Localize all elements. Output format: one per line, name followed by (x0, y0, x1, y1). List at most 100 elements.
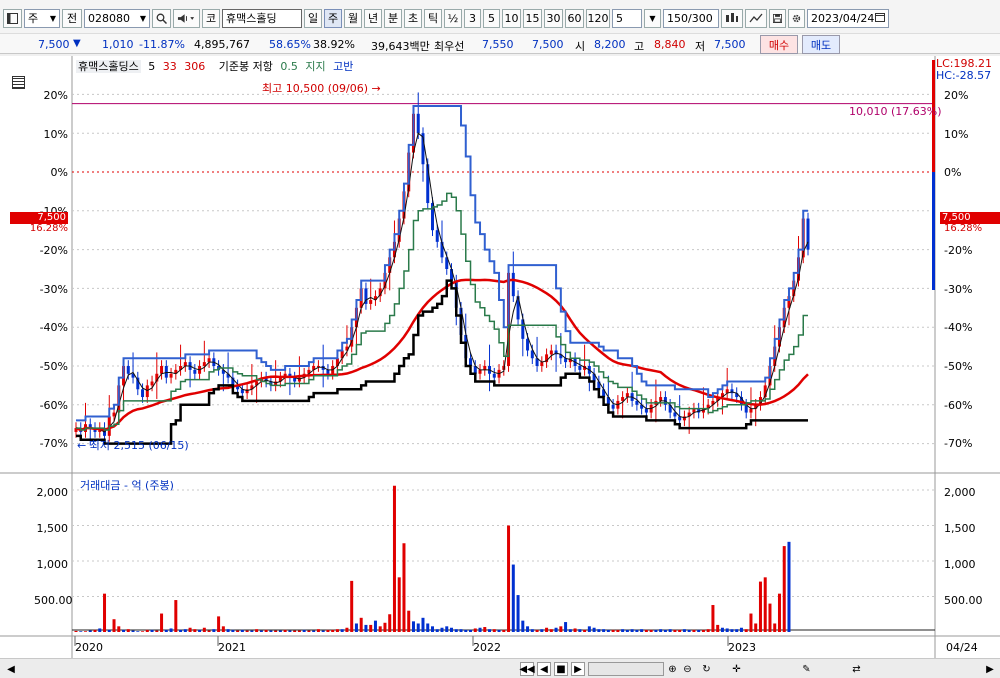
legend-ref-value: 0.5 (280, 60, 298, 73)
stock-code-input[interactable]: 028080 ▼ (84, 8, 150, 28)
candle-body (141, 389, 145, 398)
search-icon[interactable] (152, 8, 171, 28)
volume-bar (535, 629, 539, 632)
y-tick-label-right: -20% (944, 244, 973, 257)
stop-icon[interactable]: ■ (554, 662, 568, 676)
company-name-field: 휴맥스홀딩 (222, 8, 302, 28)
price-change: 1,010 (102, 38, 134, 51)
interval-15-button[interactable]: 15 (523, 8, 542, 28)
chevron-down-icon[interactable]: ▼ (644, 8, 661, 28)
volume-bar (240, 629, 244, 632)
candle-type-icon[interactable] (721, 8, 743, 28)
interval-60-button[interactable]: 60 (565, 8, 584, 28)
volume-bar (335, 629, 339, 632)
hc-value: HC:-28.57 (936, 69, 992, 82)
rewind-icon[interactable]: ◀◀ (519, 662, 535, 676)
volume-bar (112, 619, 116, 632)
interval-second-button[interactable]: 초 (404, 8, 422, 28)
prev-icon[interactable]: ◀ (537, 662, 551, 676)
volume-y-tick-right: 1,000 (944, 558, 976, 571)
volume-bar (416, 623, 420, 632)
range-bar-down (932, 172, 935, 290)
zoom-out-icon[interactable]: ⊖ (681, 662, 694, 676)
volume-y-tick: 2,000 (36, 486, 69, 499)
volume-bar (768, 603, 772, 632)
volume-bar (621, 629, 625, 632)
candle-body (483, 366, 487, 370)
volume-bar (435, 629, 439, 632)
current-price: 7,500 (38, 38, 70, 51)
quote-bar: 7,500 ▼ 1,010 -11.87% 4,895,767 58.65% 3… (0, 33, 1000, 54)
scroll-left-icon[interactable]: ◀ (6, 662, 16, 676)
fraction-button[interactable]: ½ (444, 8, 462, 28)
zoom-slider[interactable] (588, 662, 664, 676)
volume-bar (663, 629, 667, 632)
x-year-label: 2020 (75, 641, 103, 654)
short-moving-average-line (75, 132, 809, 433)
window-menu-icon[interactable] (3, 8, 22, 28)
grid-icon[interactable] (12, 76, 25, 89)
compare-icon[interactable]: ⇄ (850, 662, 863, 676)
calendar-icon[interactable] (875, 12, 885, 25)
volume-bar (450, 627, 454, 632)
interval-10-button[interactable]: 10 (502, 8, 521, 28)
play-icon[interactable]: ▶ (571, 662, 585, 676)
volume-bar (88, 630, 92, 632)
volume-bar (141, 631, 145, 632)
candle-body (611, 404, 615, 409)
volume-bar (483, 627, 487, 632)
volume-bar (245, 630, 249, 632)
interval-tick-button[interactable]: 틱 (424, 8, 442, 28)
high-label: 고 (634, 40, 645, 53)
candle-body (549, 350, 553, 355)
price-chart[interactable] (0, 56, 1000, 658)
volume-bar (117, 626, 121, 632)
candle-body (625, 393, 629, 398)
zoom-in-icon[interactable]: ⊕ (666, 662, 679, 676)
volume-bar (378, 626, 382, 632)
line-tool-icon[interactable] (745, 8, 767, 28)
indicator-legend[interactable]: 휴맥스홀딩스 5 33 306 기준봉 저항 0.5 지지 고반 (76, 58, 353, 74)
interval-30-button[interactable]: 30 (544, 8, 563, 28)
interval-5-button[interactable]: 5 (483, 8, 500, 28)
period-year-button[interactable]: 년 (364, 8, 382, 28)
best-ask: 7,550 (482, 38, 514, 51)
sell-button[interactable]: 매도 (802, 35, 840, 54)
scroll-right-icon[interactable]: ▶ (985, 662, 995, 676)
count-range-field[interactable]: 150/300 (663, 8, 719, 28)
interval-3-button[interactable]: 3 (464, 8, 481, 28)
volume-bar (673, 629, 677, 632)
refresh-icon[interactable]: ↻ (700, 662, 713, 676)
speaker-icon[interactable] (173, 8, 200, 28)
volume-bar (606, 629, 610, 632)
save-icon[interactable] (769, 8, 786, 28)
volume-bar (654, 629, 658, 632)
volume-bar (307, 630, 311, 632)
interval-120-button[interactable]: 120 (586, 8, 610, 28)
volume-bar (430, 626, 434, 632)
tool-icon[interactable]: ✎ (800, 662, 813, 676)
volume-bar (212, 629, 216, 632)
gear-icon[interactable] (788, 8, 805, 28)
all-time-low-label: ← 최저 2,515 (06/15) (77, 437, 189, 453)
volume-bar (473, 628, 477, 632)
period-dropdown[interactable]: 주 ▼ (24, 8, 60, 28)
count-spinner[interactable]: 5 (612, 8, 642, 28)
all-time-high-text: 최고 10,500 (09/06) (262, 82, 369, 95)
volume-bar (302, 629, 306, 632)
ratio-1: 58.65% (269, 38, 311, 51)
stock-code-value: 028080 (88, 11, 130, 25)
period-day-button[interactable]: 일 (304, 8, 322, 28)
volume-bar (193, 629, 197, 632)
buy-button[interactable]: 매수 (760, 35, 798, 54)
period-week-button[interactable]: 주 (324, 8, 342, 28)
interval-minute-button[interactable]: 분 (384, 8, 402, 28)
volume-bar (682, 629, 686, 632)
volume-bar (74, 630, 78, 632)
candle-body (169, 373, 173, 378)
date-field[interactable]: 2023/04/24 (807, 8, 889, 28)
market-button[interactable]: 전 (62, 8, 82, 28)
price-change-pct: -11.87% (139, 38, 185, 51)
crosshair-icon[interactable]: ✛ (730, 662, 743, 676)
period-month-button[interactable]: 월 (344, 8, 362, 28)
